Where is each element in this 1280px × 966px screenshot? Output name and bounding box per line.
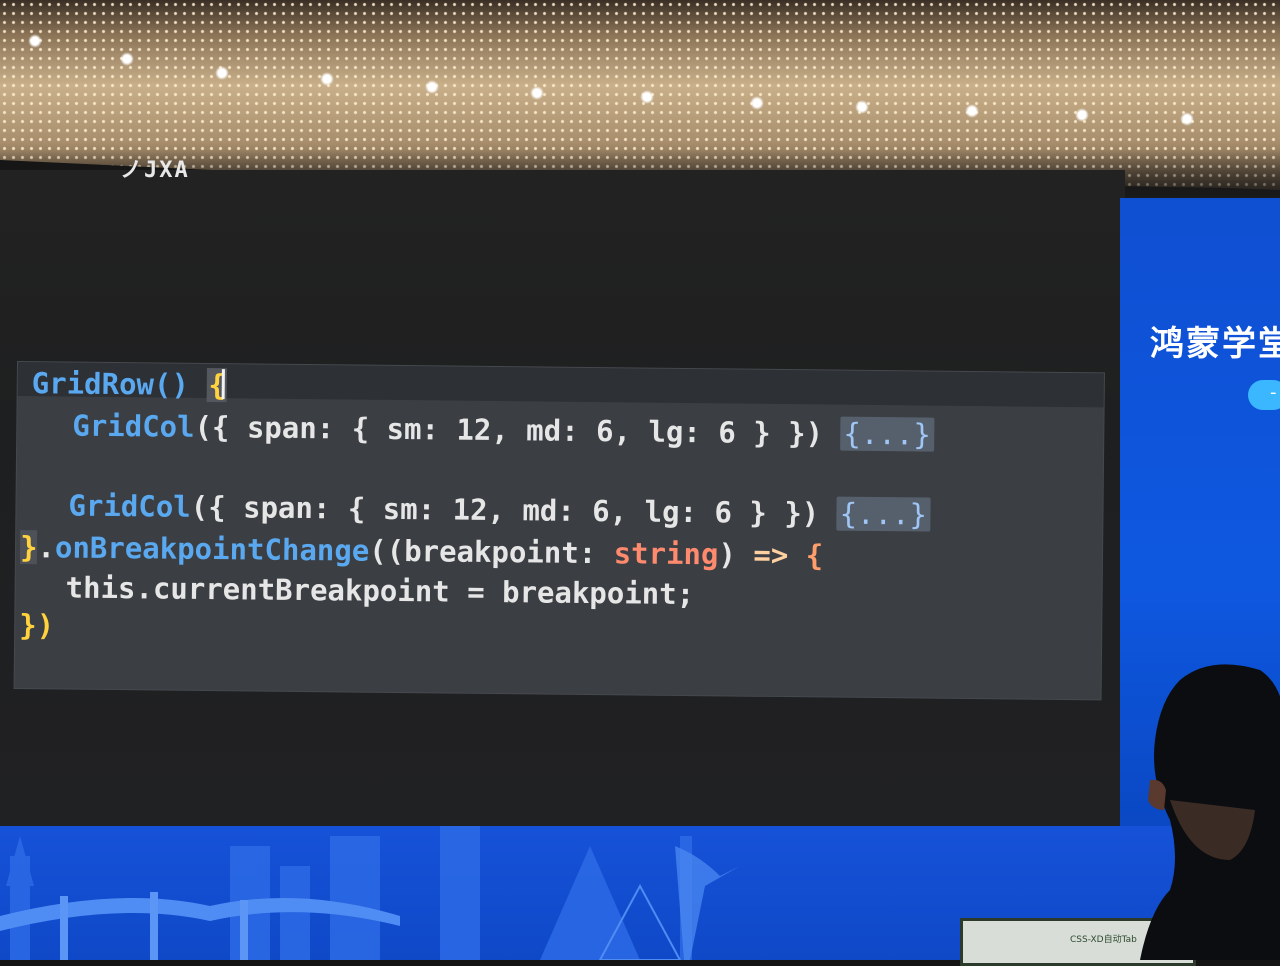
code-args-open: ((breakpoint: (369, 533, 614, 571)
code-closing: }) (19, 608, 55, 643)
code-args-close: ) (718, 537, 737, 572)
code-type-string: string (613, 536, 719, 572)
code-line-6: }) (19, 608, 54, 642)
code-gridcol-args: ({ span: { sm: 12, md: 6, lg: 6 } }) (194, 409, 824, 451)
code-gridcol-fn: GridCol (72, 408, 195, 444)
code-dot: . (37, 530, 56, 565)
code-line-5: this.currentBreakpoint = breakpoint; (65, 571, 694, 612)
presenter-person-icon (1140, 664, 1280, 960)
code-fold-marker[interactable]: {...} (836, 496, 931, 532)
code-line-3: GridCol({ span: { sm: 12, md: 6, lg: 6 }… (68, 488, 931, 532)
code-editor-block: GridRow() { GridCol({ span: { sm: 12, md… (14, 362, 1104, 700)
code-line-1: GridRow() { (31, 366, 228, 403)
code-assignment: this.currentBreakpoint = breakpoint; (65, 570, 695, 612)
code-gridrow-parens: () (153, 367, 190, 402)
side-banner-title: 鸿蒙学堂 (1150, 324, 1280, 364)
code-close-brace: } (19, 530, 38, 565)
side-banner-pill: - (1248, 380, 1280, 410)
text-cursor-icon (221, 369, 226, 400)
code-line-2: GridCol({ span: { sm: 12, md: 6, lg: 6 }… (72, 408, 935, 452)
code-gridcol-fn: GridCol (68, 488, 191, 524)
monitor-label: CSS-XD自动Tab (1070, 935, 1137, 945)
code-method-name: onBreakpointChange (54, 530, 370, 568)
code-cursor-brace: { (206, 367, 228, 403)
code-line-4: }.onBreakpointChange((breakpoint: string… (19, 530, 824, 573)
side-pill-label: - (1270, 382, 1277, 403)
code-arrow: => (735, 537, 806, 573)
code-gridcol-args: ({ span: { sm: 12, md: 6, lg: 6 } }) (190, 489, 820, 531)
code-body-brace: { (805, 538, 824, 573)
code-gridrow-fn: GridRow (31, 366, 155, 402)
slide-corner-logo: ノJXA (120, 158, 190, 183)
code-fold-marker[interactable]: {...} (840, 416, 935, 452)
